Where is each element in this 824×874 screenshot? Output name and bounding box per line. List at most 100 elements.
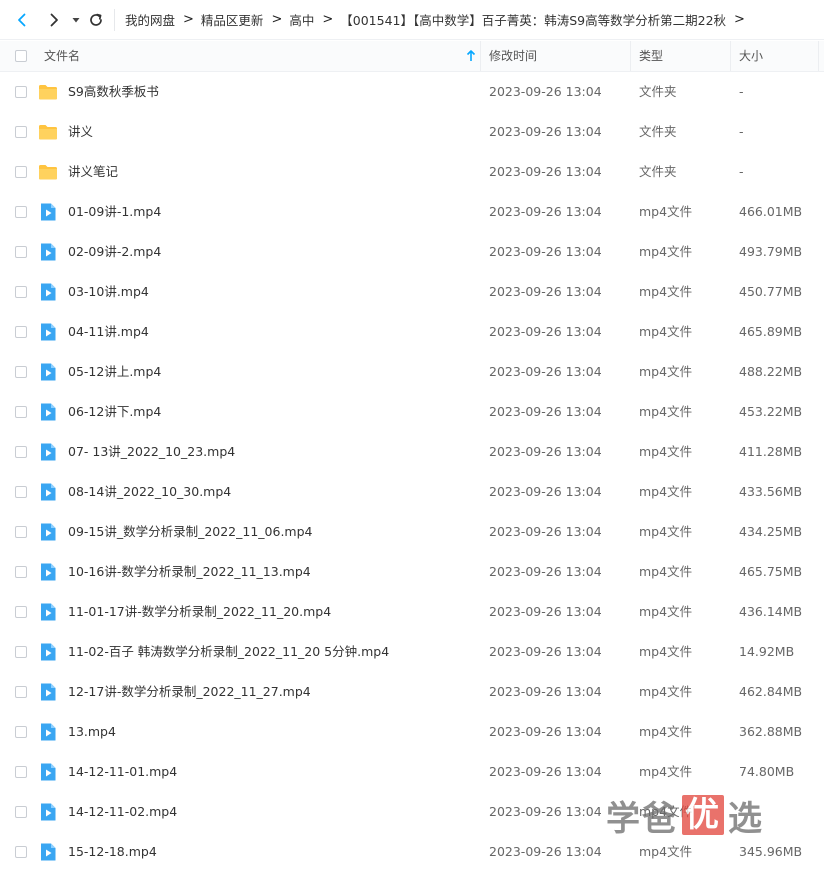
breadcrumb-item[interactable]: 我的网盘 — [125, 10, 175, 29]
file-name[interactable]: S9高数秋季板书 — [68, 72, 159, 112]
file-name[interactable]: 10-16讲-数学分析录制_2022_11_13.mp4 — [68, 552, 311, 592]
file-row[interactable]: 13.mp4 2023-09-26 13:04 mp4文件 362.88MB — [0, 712, 824, 752]
column-header-size[interactable]: 大小 — [739, 41, 763, 71]
row-checkbox[interactable] — [15, 406, 27, 418]
file-modified-time: 2023-09-26 13:04 — [489, 124, 602, 139]
file-modified-time: 2023-09-26 13:04 — [489, 164, 602, 179]
breadcrumb-separator: > — [271, 12, 283, 27]
row-checkbox[interactable] — [15, 446, 27, 458]
file-type: mp4文件 — [639, 604, 693, 619]
video-file-icon — [38, 242, 58, 262]
row-checkbox[interactable] — [15, 126, 27, 138]
row-checkbox[interactable] — [15, 246, 27, 258]
file-name[interactable]: 02-09讲-2.mp4 — [68, 232, 161, 272]
row-checkbox[interactable] — [15, 806, 27, 818]
file-row[interactable]: 03-10讲.mp4 2023-09-26 13:04 mp4文件 450.77MB — [0, 272, 824, 312]
file-row[interactable]: 09-15讲_数学分析录制_2022_11_06.mp4 2023-09-26 1… — [0, 512, 824, 552]
file-name[interactable]: 13.mp4 — [68, 712, 116, 752]
file-size: 465.75MB — [739, 564, 803, 579]
file-row[interactable]: 08-14讲_2022_10_30.mp4 2023-09-26 13:04 mp4… — [0, 472, 824, 512]
chevron-right-icon — [50, 13, 58, 26]
file-size: 453.22MB — [739, 404, 803, 419]
history-dropdown-button[interactable] — [68, 6, 84, 34]
row-checkbox[interactable] — [15, 686, 27, 698]
file-row[interactable]: 06-12讲下.mp4 2023-09-26 13:04 mp4文件 453.22MB — [0, 392, 824, 432]
forward-button[interactable] — [40, 6, 68, 34]
refresh-button[interactable] — [84, 6, 108, 34]
file-name[interactable]: 05-12讲上.mp4 — [68, 352, 161, 392]
file-modified-time: 2023-09-26 13:04 — [489, 804, 602, 819]
row-checkbox[interactable] — [15, 206, 27, 218]
file-type: mp4文件 — [639, 244, 693, 259]
file-row[interactable]: 07- 13讲_2022_10_23.mp4 2023-09-26 13:04 mp… — [0, 432, 824, 472]
row-checkbox[interactable] — [15, 326, 27, 338]
select-all-checkbox[interactable] — [15, 50, 27, 62]
column-divider[interactable] — [818, 41, 819, 71]
row-checkbox[interactable] — [15, 526, 27, 538]
file-row[interactable]: 11-02-百子 韩涛数学分析录制_2022_11_20 5分钟.mp4 2023… — [0, 632, 824, 672]
row-checkbox[interactable] — [15, 566, 27, 578]
breadcrumb-item[interactable]: 精品区更新 — [201, 10, 264, 29]
row-checkbox[interactable] — [15, 606, 27, 618]
row-checkbox[interactable] — [15, 86, 27, 98]
file-row[interactable]: 讲义 2023-09-26 13:04 文件夹 - — [0, 112, 824, 152]
file-name[interactable]: 11-02-百子 韩涛数学分析录制_2022_11_20 5分钟.mp4 — [68, 632, 389, 672]
breadcrumb-item[interactable]: 高中 — [289, 10, 314, 29]
row-checkbox[interactable] — [15, 646, 27, 658]
column-divider[interactable] — [630, 41, 631, 71]
file-name[interactable]: 11-01-17讲-数学分析录制_2022_11_20.mp4 — [68, 592, 331, 632]
file-list: S9高数秋季板书 2023-09-26 13:04 文件夹 - 讲义 2023-09-26… — [0, 72, 824, 872]
column-header-name[interactable]: 文件名 — [44, 41, 80, 71]
file-type: 文件夹 — [639, 84, 677, 99]
row-checkbox[interactable] — [15, 286, 27, 298]
file-row[interactable]: 01-09讲-1.mp4 2023-09-26 13:04 mp4文件 466.01M… — [0, 192, 824, 232]
row-checkbox[interactable] — [15, 766, 27, 778]
video-file-icon — [38, 602, 58, 622]
file-name[interactable]: 讲义笔记 — [68, 152, 118, 192]
file-row[interactable]: 讲义笔记 2023-09-26 13:04 文件夹 - — [0, 152, 824, 192]
file-row[interactable]: 04-11讲.mp4 2023-09-26 13:04 mp4文件 465.89MB — [0, 312, 824, 352]
sort-ascending-icon[interactable] — [466, 50, 476, 62]
file-name[interactable]: 03-10讲.mp4 — [68, 272, 149, 312]
column-divider[interactable] — [480, 41, 481, 71]
file-name[interactable]: 06-12讲下.mp4 — [68, 392, 161, 432]
file-type: mp4文件 — [639, 764, 693, 779]
row-checkbox[interactable] — [15, 486, 27, 498]
file-name[interactable]: 08-14讲_2022_10_30.mp4 — [68, 472, 231, 512]
file-row[interactable]: 14-12-11-01.mp4 2023-09-26 13:04 mp4文件 74.8… — [0, 752, 824, 792]
file-size: 433.56MB — [739, 484, 803, 499]
file-name[interactable]: 04-11讲.mp4 — [68, 312, 149, 352]
row-checkbox[interactable] — [15, 366, 27, 378]
file-modified-time: 2023-09-26 13:04 — [489, 284, 602, 299]
file-row[interactable]: 02-09讲-2.mp4 2023-09-26 13:04 mp4文件 493.79M… — [0, 232, 824, 272]
file-size: 436.14MB — [739, 604, 803, 619]
file-row[interactable]: 15-12-18.mp4 2023-09-26 13:04 mp4文件 345.96M… — [0, 832, 824, 872]
file-name[interactable]: 15-12-18.mp4 — [68, 832, 157, 872]
watermark: 学爸 优 选 — [606, 792, 764, 839]
file-name[interactable]: 07- 13讲_2022_10_23.mp4 — [68, 432, 235, 472]
file-row[interactable]: 12-17讲-数学分析录制_2022_11_27.mp4 2023-09-26 1… — [0, 672, 824, 712]
breadcrumb-item[interactable]: 【001541】【高中数学】百子菁英：韩涛S9高等数学分析第二期22秋 — [340, 10, 726, 29]
column-header-date[interactable]: 修改时间 — [489, 41, 537, 71]
file-name[interactable]: 讲义 — [68, 112, 93, 152]
file-row[interactable]: 11-01-17讲-数学分析录制_2022_11_20.mp4 2023-09-2… — [0, 592, 824, 632]
file-row[interactable]: 10-16讲-数学分析录制_2022_11_13.mp4 2023-09-26 1… — [0, 552, 824, 592]
file-row[interactable]: 05-12讲上.mp4 2023-09-26 13:04 mp4文件 488.22MB — [0, 352, 824, 392]
back-button[interactable] — [8, 6, 36, 34]
toolbar: 我的网盘 > 精品区更新 > 高中 > 【001541】【高中数学】百子菁英：韩涛S9高等数… — [0, 0, 824, 40]
file-modified-time: 2023-09-26 13:04 — [489, 84, 602, 99]
column-header-type[interactable]: 类型 — [639, 41, 663, 71]
row-checkbox[interactable] — [15, 846, 27, 858]
file-name[interactable]: 14-12-11-01.mp4 — [68, 752, 177, 792]
file-name[interactable]: 12-17讲-数学分析录制_2022_11_27.mp4 — [68, 672, 311, 712]
video-file-icon — [38, 482, 58, 502]
file-name[interactable]: 14-12-11-02.mp4 — [68, 792, 177, 832]
column-divider[interactable] — [730, 41, 731, 71]
file-name[interactable]: 09-15讲_数学分析录制_2022_11_06.mp4 — [68, 512, 312, 552]
row-checkbox[interactable] — [15, 166, 27, 178]
file-row[interactable]: S9高数秋季板书 2023-09-26 13:04 文件夹 - — [0, 72, 824, 112]
file-size: - — [739, 124, 744, 139]
file-size: - — [739, 84, 744, 99]
row-checkbox[interactable] — [15, 726, 27, 738]
file-name[interactable]: 01-09讲-1.mp4 — [68, 192, 161, 232]
